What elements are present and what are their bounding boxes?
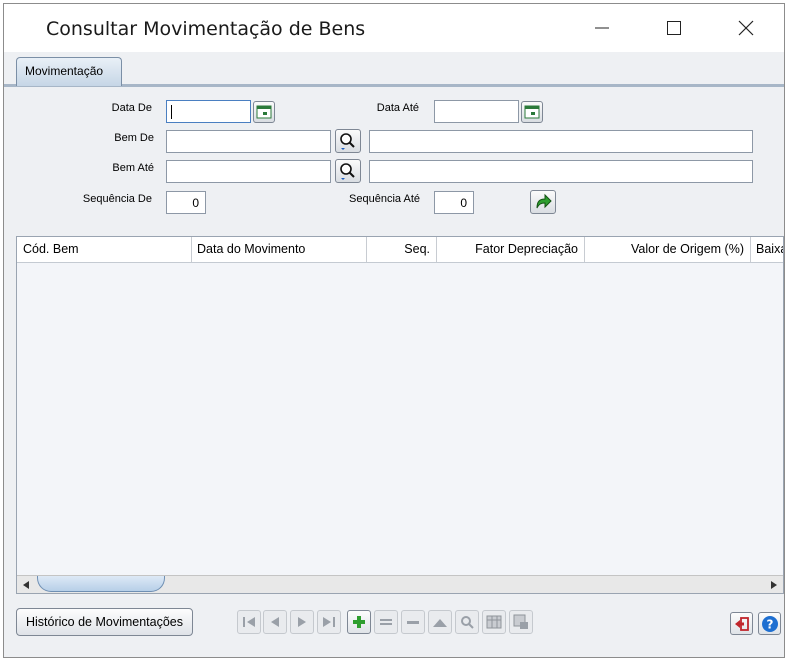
sequencia-ate-label: Sequência Até bbox=[349, 193, 420, 205]
window-title: Consultar Movimentação de Bens bbox=[46, 18, 366, 40]
col-data-movimento[interactable]: Data do Movimento bbox=[192, 237, 367, 262]
go-arrow-icon bbox=[536, 193, 552, 209]
calendar-icon bbox=[524, 105, 540, 119]
last-icon bbox=[323, 617, 335, 627]
edit-icon bbox=[380, 619, 392, 625]
bem-de-label: Bem De bbox=[114, 132, 154, 144]
movements-grid: Cód. Bem Data do Movimento Seq. Fator De… bbox=[16, 236, 784, 594]
maximize-icon bbox=[667, 21, 681, 35]
bem-ate-search-button[interactable] bbox=[335, 159, 361, 183]
tab-movimentacao[interactable]: Movimentação bbox=[16, 57, 122, 86]
last-record-button[interactable] bbox=[317, 610, 341, 634]
next-record-button[interactable] bbox=[290, 610, 314, 634]
scroll-right-icon[interactable] bbox=[769, 580, 779, 590]
exit-icon bbox=[734, 616, 749, 631]
sequencia-de-input[interactable]: 0 bbox=[166, 191, 206, 214]
calendar-icon bbox=[256, 105, 272, 119]
bem-ate-input[interactable] bbox=[166, 160, 331, 183]
maximize-button[interactable] bbox=[638, 4, 710, 52]
edit-record-button[interactable] bbox=[374, 610, 398, 634]
magnifier-icon bbox=[340, 163, 355, 180]
prev-icon bbox=[271, 617, 279, 627]
search-record-button[interactable] bbox=[455, 610, 479, 634]
bem-ate-description bbox=[369, 160, 753, 183]
data-de-calendar-button[interactable] bbox=[253, 101, 275, 123]
data-ate-calendar-button[interactable] bbox=[521, 101, 543, 123]
text-caret bbox=[171, 105, 172, 119]
bem-ate-label: Bem Até bbox=[112, 162, 154, 174]
remove-icon bbox=[407, 621, 419, 624]
export-button[interactable] bbox=[509, 610, 533, 634]
close-button[interactable] bbox=[710, 4, 782, 52]
grid-header: Cód. Bem Data do Movimento Seq. Fator De… bbox=[17, 237, 783, 263]
col-valor-origem[interactable]: Valor de Origem (%) bbox=[585, 237, 751, 262]
table-view-button[interactable] bbox=[482, 610, 506, 634]
add-record-button[interactable] bbox=[347, 610, 371, 634]
close-icon bbox=[738, 20, 754, 36]
main-window: Consultar Movimentação de Bens Movimenta… bbox=[3, 3, 785, 658]
horizontal-scrollbar[interactable] bbox=[17, 575, 783, 593]
bem-de-input[interactable] bbox=[166, 130, 331, 153]
minimize-button[interactable] bbox=[566, 4, 638, 52]
title-bar: Consultar Movimentação de Bens bbox=[4, 4, 784, 52]
prev-record-button[interactable] bbox=[263, 610, 287, 634]
sequencia-de-label: Sequência De bbox=[82, 193, 152, 205]
sequencia-ate-input[interactable]: 0 bbox=[434, 191, 474, 214]
historico-movimentacoes-button[interactable]: Histórico de Movimentações bbox=[16, 608, 193, 636]
export-icon bbox=[513, 614, 528, 629]
data-de-input[interactable] bbox=[166, 100, 251, 123]
scrollbar-thumb[interactable] bbox=[37, 576, 165, 592]
table-icon bbox=[486, 615, 502, 629]
execute-search-button[interactable] bbox=[530, 190, 556, 214]
exit-button[interactable] bbox=[730, 612, 753, 635]
col-cod-bem[interactable]: Cód. Bem bbox=[17, 237, 192, 262]
search-icon bbox=[461, 616, 474, 629]
help-icon: ? bbox=[761, 615, 778, 632]
magnifier-icon bbox=[340, 133, 355, 150]
confirm-record-button[interactable] bbox=[428, 610, 452, 634]
help-button[interactable]: ? bbox=[758, 612, 781, 635]
minimize-icon bbox=[595, 27, 609, 29]
svg-text:?: ? bbox=[766, 617, 773, 631]
next-icon bbox=[298, 617, 306, 627]
data-ate-label: Data Até bbox=[376, 102, 419, 114]
col-baixa[interactable]: Baixa bbox=[751, 237, 783, 262]
bem-de-search-button[interactable] bbox=[335, 129, 361, 153]
up-icon bbox=[433, 619, 447, 627]
data-ate-input[interactable] bbox=[434, 100, 519, 123]
data-de-label: Data De bbox=[111, 102, 152, 114]
remove-record-button[interactable] bbox=[401, 610, 425, 634]
bem-de-description bbox=[369, 130, 753, 153]
first-record-button[interactable] bbox=[237, 610, 261, 634]
add-icon bbox=[353, 616, 365, 628]
first-icon bbox=[243, 617, 255, 627]
col-fator-depreciacao[interactable]: Fator Depreciação bbox=[437, 237, 585, 262]
col-seq[interactable]: Seq. bbox=[367, 237, 437, 262]
scroll-left-icon[interactable] bbox=[21, 580, 31, 590]
